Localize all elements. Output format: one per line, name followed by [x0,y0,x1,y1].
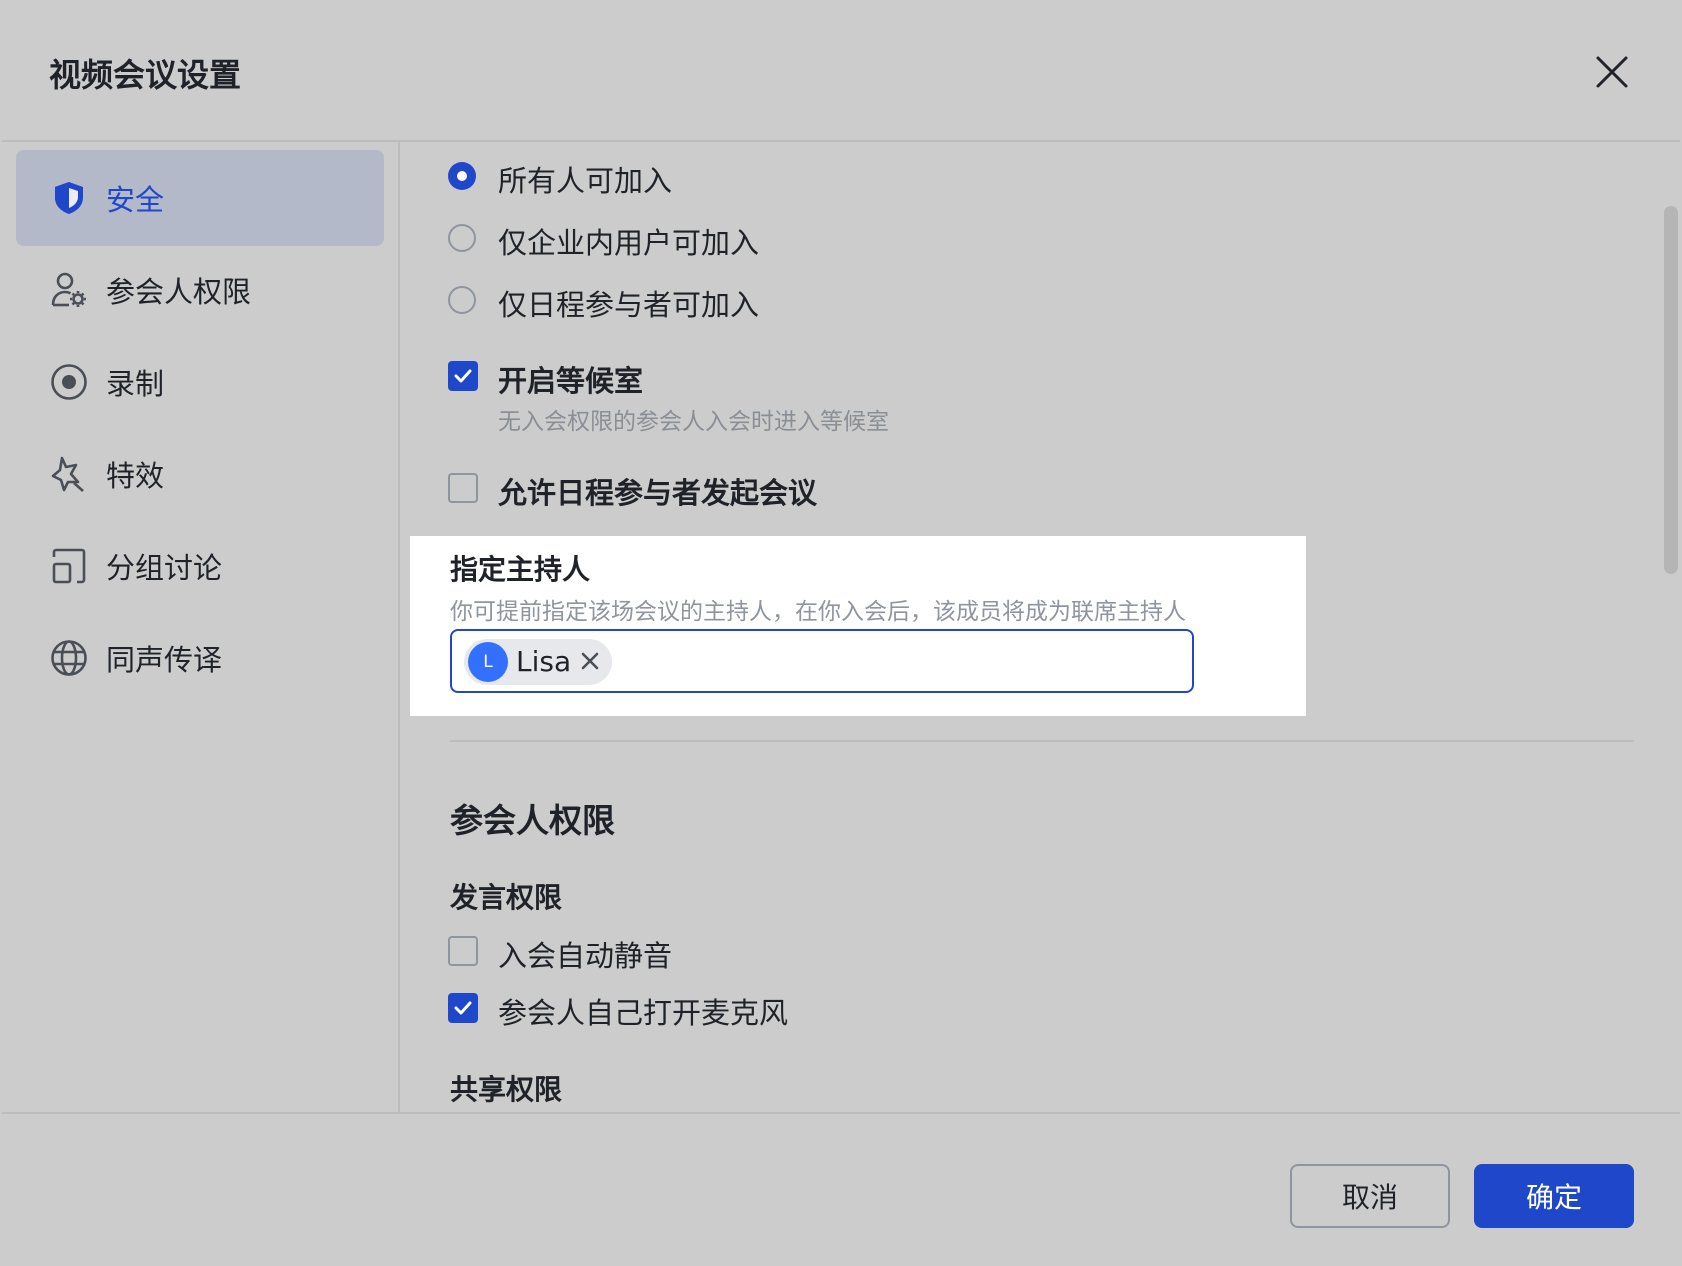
sidebar-item-security[interactable]: 安全 [16,150,384,246]
sidebar-item-breakout[interactable]: 分组讨论 [16,518,384,614]
auto-mute-checkbox[interactable] [448,936,478,966]
sidebar-item-label: 参会人权限 [106,275,252,309]
sharing-permissions-title: 共享权限 [450,1073,563,1106]
dialog-header: 视频会议设置 [2,2,1680,142]
check-icon [454,1001,472,1015]
join-option-radio-enterprise[interactable] [448,224,476,252]
sidebar-item-label: 录制 [106,367,165,401]
dialog-footer: 取消 确定 [2,1112,1680,1264]
sidebar-item-label: 安全 [106,183,165,217]
remove-chip-icon[interactable] [578,649,602,673]
waiting-room-checkbox[interactable] [448,361,478,391]
host-chip-name: Lisa [516,645,572,678]
dialog-title: 视频会议设置 [49,56,242,94]
check-icon [454,369,472,383]
avatar: L [468,642,508,682]
self-unmute-checkbox[interactable] [448,993,478,1023]
sidebar-item-label: 特效 [106,459,165,493]
allow-start-label: 允许日程参与者发起会议 [498,476,818,510]
confirm-button[interactable]: 确定 [1474,1164,1634,1228]
sidebar-item-label: 分组讨论 [106,551,223,585]
sidebar-item-interpretation[interactable]: 同声传译 [16,610,384,706]
breakout-icon [49,546,89,586]
join-option-radio-attendees[interactable] [448,286,476,314]
host-chip: L Lisa [464,639,612,685]
sparkle-icon [49,454,89,494]
cancel-button[interactable]: 取消 [1290,1164,1450,1228]
settings-sidebar: 安全 参会人权限 录制 特效 分组讨论 同声传译 [2,142,400,1112]
section-divider [450,740,1634,742]
sidebar-item-recording[interactable]: 录制 [16,334,384,430]
video-meeting-settings-dialog: 视频会议设置 安全 参会人权限 录制 特效 分组讨论 同声传译 所有人可加入 仅… [2,2,1680,1264]
allow-start-checkbox[interactable] [448,473,478,503]
join-option-label: 所有人可加入 [498,164,673,198]
speaking-permissions-title: 发言权限 [450,881,563,914]
close-icon[interactable] [1592,52,1632,92]
waiting-room-label: 开启等候室 [498,364,644,398]
assign-host-description: 你可提前指定该场会议的主持人，在你入会后，该成员将成为联席主持人 [450,599,1186,625]
participant-permissions-title: 参会人权限 [450,801,615,840]
user-settings-icon [49,270,89,310]
join-option-label: 仅企业内用户可加入 [498,226,760,260]
globe-icon [49,638,89,678]
waiting-room-description: 无入会权限的参会人入会时进入等候室 [498,409,889,435]
join-option-radio-everyone[interactable] [448,162,476,190]
scrollbar[interactable] [1664,206,1678,574]
self-unmute-label: 参会人自己打开麦克风 [498,996,789,1030]
sidebar-item-effects[interactable]: 特效 [16,426,384,522]
shield-icon [49,178,89,218]
sidebar-item-label: 同声传译 [106,643,223,677]
join-option-label: 仅日程参与者可加入 [498,288,760,322]
host-picker-input[interactable]: L Lisa [450,629,1194,693]
record-icon [49,362,89,402]
sidebar-item-participant-permissions[interactable]: 参会人权限 [16,242,384,338]
auto-mute-label: 入会自动静音 [498,939,673,973]
assign-host-title: 指定主持人 [450,553,591,586]
